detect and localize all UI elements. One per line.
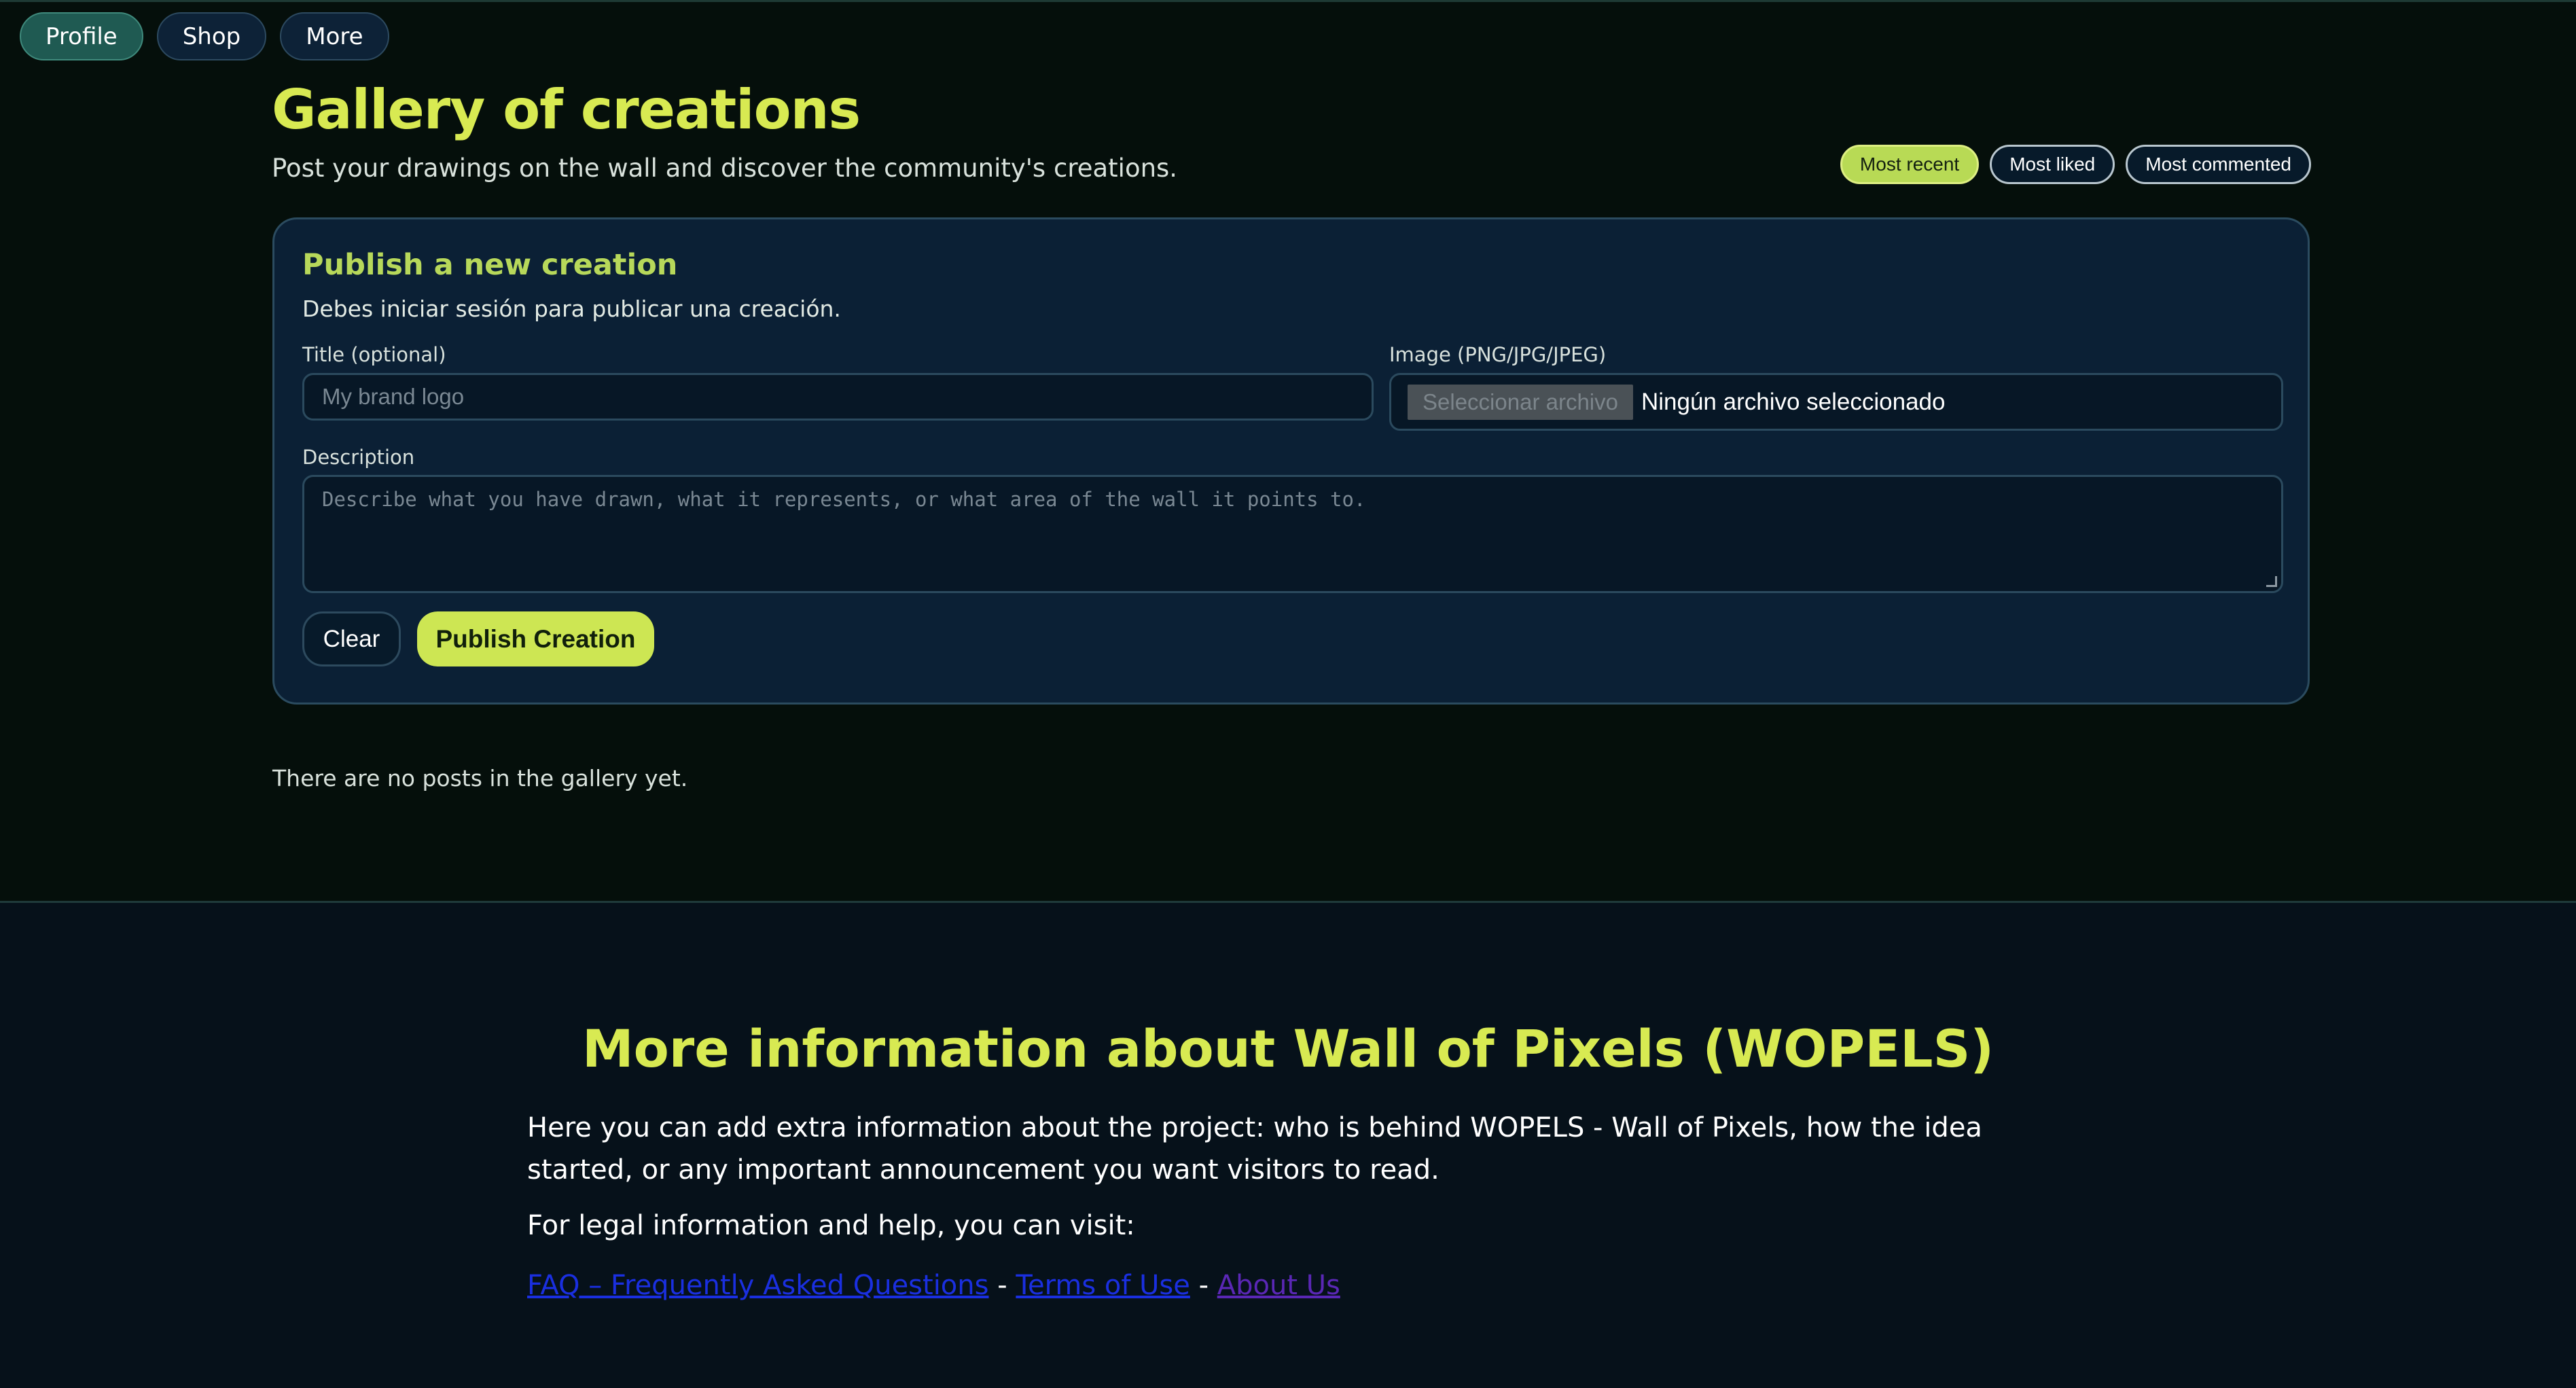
sort-filter-group: Most recent Most liked Most commented <box>1840 145 2311 184</box>
page-subtitle: Post your drawings on the wall and disco… <box>272 154 1178 183</box>
top-nav: Profile Shop More <box>20 12 389 60</box>
image-file-input[interactable]: Seleccionar archivo Ningún archivo selec… <box>1389 373 2283 431</box>
sort-most-commented-button[interactable]: Most commented <box>2126 145 2311 184</box>
clear-button[interactable]: Clear <box>302 611 401 666</box>
page-title: Gallery of creations <box>272 78 861 141</box>
nav-shop-button[interactable]: Shop <box>156 12 267 60</box>
image-field-label: Image (PNG/JPG/JPEG) <box>1389 343 1607 366</box>
publish-creation-button[interactable]: Publish Creation <box>417 611 654 666</box>
select-file-button[interactable]: Seleccionar archivo <box>1408 384 1633 420</box>
title-field-label: Title (optional) <box>302 343 446 366</box>
description-placeholder: Describe what you have drawn, what it re… <box>322 488 1366 511</box>
publish-form-card: Publish a new creation Debes iniciar ses… <box>272 217 2310 705</box>
nav-more-button[interactable]: More <box>280 12 389 60</box>
footer-title: More information about Wall of Pixels (W… <box>582 1018 1994 1079</box>
footer-legal-intro: For legal information and help, you can … <box>527 1210 1135 1241</box>
sort-most-liked-button[interactable]: Most liked <box>1990 145 2115 184</box>
footer-links: FAQ – Frequently Asked Questions - Terms… <box>527 1270 1340 1301</box>
resize-grip-icon[interactable] <box>2266 576 2277 587</box>
faq-link[interactable]: FAQ – Frequently Asked Questions <box>527 1270 988 1301</box>
footer-description: Here you can add extra information about… <box>527 1112 1982 1186</box>
title-input[interactable]: My brand logo <box>302 373 1374 421</box>
top-divider <box>0 0 2576 2</box>
description-textarea[interactable]: Describe what you have drawn, what it re… <box>302 475 2283 593</box>
nav-profile-button[interactable]: Profile <box>20 12 143 60</box>
link-separator: - <box>1189 1270 1217 1301</box>
login-required-note: Debes iniciar sesión para publicar una c… <box>302 296 841 322</box>
terms-of-use-link[interactable]: Terms of Use <box>1016 1270 1190 1301</box>
footer: More information about Wall of Pixels (W… <box>0 901 2576 1388</box>
file-status-text: Ningún archivo seleccionado <box>1641 388 1946 415</box>
about-us-link[interactable]: About Us <box>1217 1270 1340 1301</box>
link-separator: - <box>988 1270 1016 1301</box>
publish-form-title: Publish a new creation <box>302 248 678 282</box>
gallery-empty-message: There are no posts in the gallery yet. <box>272 765 688 791</box>
page: Profile Shop More Gallery of creations P… <box>0 0 2576 1388</box>
description-field-label: Description <box>302 446 415 469</box>
sort-most-recent-button[interactable]: Most recent <box>1840 145 1980 184</box>
